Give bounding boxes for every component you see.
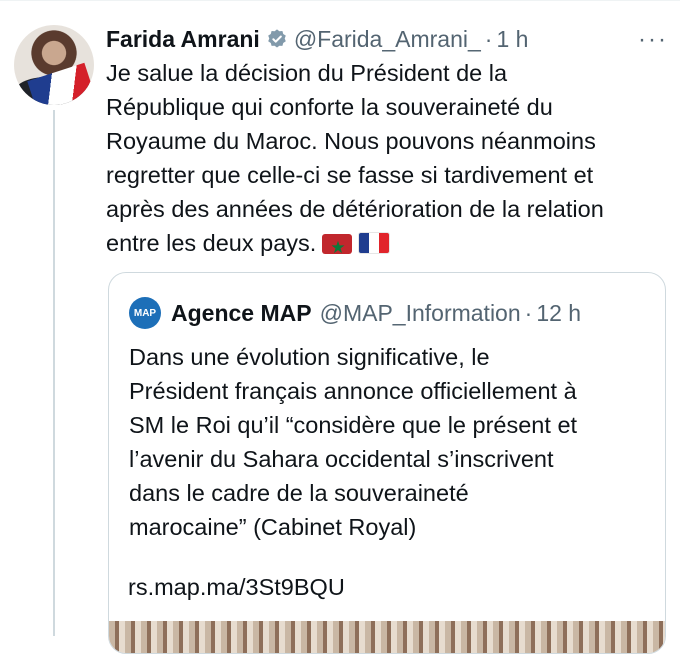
tweet-text: Je salue la décision du Président de la … xyxy=(106,56,672,260)
quoted-link[interactable]: rs.map.ma/3St9BQU xyxy=(128,574,345,601)
map-avatar[interactable]: MAP xyxy=(129,297,161,329)
verified-badge-icon xyxy=(266,28,288,50)
tweet-text-line: après des années de détérioration de la … xyxy=(106,196,604,222)
header-separator: · xyxy=(484,25,493,52)
author-name[interactable]: Farida Amrani xyxy=(106,26,260,53)
top-divider xyxy=(0,0,680,1)
tweet-timestamp[interactable]: 1 h xyxy=(496,26,528,53)
quoted-tweet-text: Dans une évolution significative, le Pré… xyxy=(129,340,649,544)
quoted-author-name[interactable]: Agence MAP xyxy=(171,300,312,327)
more-options-icon[interactable]: ··· xyxy=(638,26,668,54)
author-avatar[interactable] xyxy=(14,25,94,105)
quoted-tweet-header: MAP Agence MAP @MAP_Information · 12 h xyxy=(129,295,655,331)
quoted-text-line: Dans une évolution significative, le xyxy=(129,344,490,370)
tweet-text-line-last: entre les deux pays. xyxy=(106,226,672,260)
quoted-text-line: dans le cadre de la souveraineté xyxy=(129,480,469,506)
tweet-text-line-text: entre les deux pays. xyxy=(106,230,317,256)
tweet-text-line: Je salue la décision du Président de la xyxy=(106,60,508,86)
quoted-media-image[interactable] xyxy=(109,621,665,653)
avatar-sash xyxy=(27,62,94,105)
author-handle[interactable]: @Farida_Amrani_ xyxy=(294,26,481,53)
france-flag-icon xyxy=(358,232,391,254)
quoted-author-handle[interactable]: @MAP_Information xyxy=(320,300,521,327)
quoted-text-line: l’avenir du Sahara occidental s’inscrive… xyxy=(129,446,554,472)
tweet[interactable]: Farida Amrani @Farida_Amrani_ · 1 h ··· … xyxy=(0,0,680,654)
quoted-text-line: Président français annonce officiellemen… xyxy=(129,378,577,404)
tweet-text-line: République qui conforte la souveraineté … xyxy=(106,94,553,120)
quoted-timestamp[interactable]: 12 h xyxy=(536,300,581,327)
tweet-header: Farida Amrani @Farida_Amrani_ · 1 h xyxy=(106,22,666,56)
quoted-header-separator: · xyxy=(524,299,533,326)
tweet-text-line: Royaume du Maroc. Nous pouvons néanmoins xyxy=(106,128,596,154)
morocco-flag-icon xyxy=(322,234,353,254)
tweet-text-line: regretter que celle-ci se fasse si tardi… xyxy=(106,162,594,188)
quoted-text-line: SM le Roi qu’il “considère que le présen… xyxy=(129,412,578,438)
thread-line xyxy=(53,110,55,636)
quoted-text-line: marocaine” (Cabinet Royal) xyxy=(129,514,417,540)
